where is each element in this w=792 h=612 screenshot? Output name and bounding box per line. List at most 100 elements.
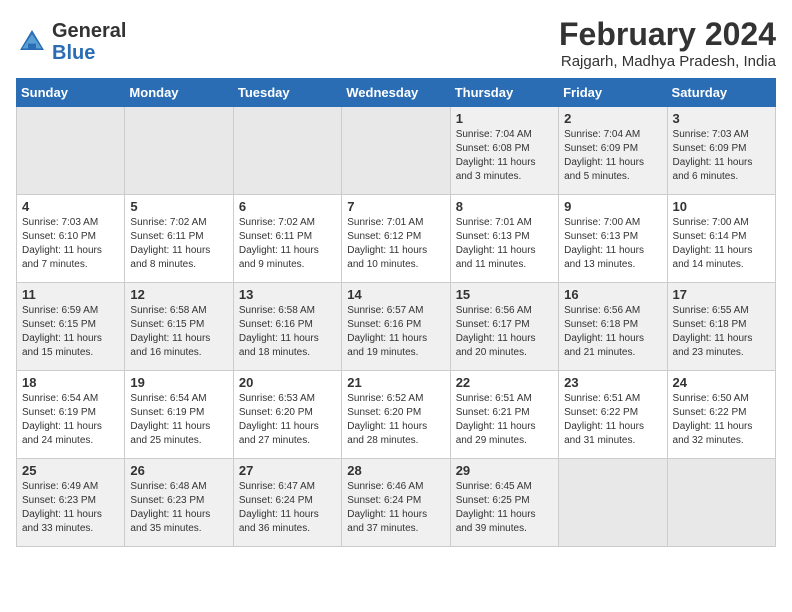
calendar-cell: [17, 107, 125, 195]
day-info: Sunrise: 6:46 AMSunset: 6:24 PMDaylight:…: [347, 480, 444, 536]
calendar-week-row: 1 Sunrise: 7:04 AMSunset: 6:08 PMDaylight…: [17, 107, 776, 195]
day-info: Sunrise: 7:00 AMSunset: 6:14 PMDaylight:…: [673, 216, 770, 272]
calendar-cell: [667, 459, 775, 547]
day-info: Sunrise: 7:03 AMSunset: 6:10 PMDaylight:…: [22, 216, 119, 272]
day-number: 7: [347, 199, 444, 214]
weekday-header: Thursday: [450, 79, 558, 107]
calendar-cell: 12 Sunrise: 6:58 AMSunset: 6:15 PMDayligh…: [125, 283, 233, 371]
calendar-cell: [125, 107, 233, 195]
calendar-cell: 17Sunrise: 6:55 AMSunset: 6:18 PMDayligh…: [667, 283, 775, 371]
calendar-cell: 28Sunrise: 6:46 AMSunset: 6:24 PMDayligh…: [342, 459, 450, 547]
day-info: Sunrise: 6:47 AMSunset: 6:24 PMDaylight:…: [239, 480, 336, 536]
weekday-header: Monday: [125, 79, 233, 107]
calendar-cell: 27 Sunrise: 6:47 AMSunset: 6:24 PMDayligh…: [233, 459, 341, 547]
calendar-cell: 10 Sunrise: 7:00 AMSunset: 6:14 PMDayligh…: [667, 195, 775, 283]
calendar-cell: 22 Sunrise: 6:51 AMSunset: 6:21 PMDayligh…: [450, 371, 558, 459]
day-number: 17: [673, 287, 770, 302]
day-number: 23: [564, 375, 661, 390]
day-info: Sunrise: 7:03 AMSunset: 6:09 PMDaylight:…: [673, 128, 770, 184]
day-number: 9: [564, 199, 661, 214]
day-info: Sunrise: 7:02 AMSunset: 6:11 PMDaylight:…: [239, 216, 336, 272]
day-info: Sunrise: 6:58 AMSunset: 6:16 PMDaylight:…: [239, 304, 336, 360]
calendar-cell: 29 Sunrise: 6:45 AMSunset: 6:25 PMDayligh…: [450, 459, 558, 547]
day-number: 3: [673, 111, 770, 126]
calendar-cell: [559, 459, 667, 547]
day-number: 25: [22, 463, 119, 478]
day-number: 18: [22, 375, 119, 390]
day-number: 29: [456, 463, 553, 478]
day-info: Sunrise: 6:45 AMSunset: 6:25 PMDaylight:…: [456, 480, 553, 536]
calendar-cell: 25 Sunrise: 6:49 AMSunset: 6:23 PMDayligh…: [17, 459, 125, 547]
logo-text: General Blue: [52, 20, 126, 64]
day-number: 8: [456, 199, 553, 214]
day-number: 1: [456, 111, 553, 126]
day-info: Sunrise: 6:50 AMSunset: 6:22 PMDaylight:…: [673, 392, 770, 448]
calendar-week-row: 18 Sunrise: 6:54 AMSunset: 6:19 PMDayligh…: [17, 371, 776, 459]
calendar-table: SundayMondayTuesdayWednesdayThursdayFrid…: [16, 78, 776, 547]
day-number: 10: [673, 199, 770, 214]
day-info: Sunrise: 6:48 AMSunset: 6:23 PMDaylight:…: [130, 480, 227, 536]
location: Rajgarh, Madhya Pradesh, India: [559, 53, 776, 70]
calendar-cell: 23Sunrise: 6:51 AMSunset: 6:22 PMDayligh…: [559, 371, 667, 459]
day-number: 27: [239, 463, 336, 478]
day-info: Sunrise: 6:49 AMSunset: 6:23 PMDaylight:…: [22, 480, 119, 536]
day-number: 22: [456, 375, 553, 390]
calendar-cell: 14 Sunrise: 6:57 AMSunset: 6:16 PMDayligh…: [342, 283, 450, 371]
day-number: 12: [130, 287, 227, 302]
logo: General Blue: [16, 20, 126, 64]
day-info: Sunrise: 6:52 AMSunset: 6:20 PMDaylight:…: [347, 392, 444, 448]
weekday-header: Friday: [559, 79, 667, 107]
day-info: Sunrise: 6:53 AMSunset: 6:20 PMDaylight:…: [239, 392, 336, 448]
calendar-cell: 15 Sunrise: 6:56 AMSunset: 6:17 PMDayligh…: [450, 283, 558, 371]
day-info: Sunrise: 6:57 AMSunset: 6:16 PMDaylight:…: [347, 304, 444, 360]
day-info: Sunrise: 7:04 AMSunset: 6:09 PMDaylight:…: [564, 128, 661, 184]
calendar-cell: 18 Sunrise: 6:54 AMSunset: 6:19 PMDayligh…: [17, 371, 125, 459]
calendar-week-row: 25 Sunrise: 6:49 AMSunset: 6:23 PMDayligh…: [17, 459, 776, 547]
calendar-cell: 2 Sunrise: 7:04 AMSunset: 6:09 PMDaylight…: [559, 107, 667, 195]
calendar-cell: [342, 107, 450, 195]
day-number: 14: [347, 287, 444, 302]
day-info: Sunrise: 6:54 AMSunset: 6:19 PMDaylight:…: [130, 392, 227, 448]
day-number: 4: [22, 199, 119, 214]
day-info: Sunrise: 6:56 AMSunset: 6:18 PMDaylight:…: [564, 304, 661, 360]
calendar-cell: 9 Sunrise: 7:00 AMSunset: 6:13 PMDaylight…: [559, 195, 667, 283]
calendar-cell: 3 Sunrise: 7:03 AMSunset: 6:09 PMDaylight…: [667, 107, 775, 195]
day-number: 13: [239, 287, 336, 302]
day-info: Sunrise: 7:00 AMSunset: 6:13 PMDaylight:…: [564, 216, 661, 272]
calendar-cell: 4 Sunrise: 7:03 AMSunset: 6:10 PMDaylight…: [17, 195, 125, 283]
day-info: Sunrise: 7:04 AMSunset: 6:08 PMDaylight:…: [456, 128, 553, 184]
weekday-header-row: SundayMondayTuesdayWednesdayThursdayFrid…: [17, 79, 776, 107]
day-number: 15: [456, 287, 553, 302]
calendar-cell: 1 Sunrise: 7:04 AMSunset: 6:08 PMDaylight…: [450, 107, 558, 195]
day-info: Sunrise: 6:58 AMSunset: 6:15 PMDaylight:…: [130, 304, 227, 360]
day-info: Sunrise: 6:59 AMSunset: 6:15 PMDaylight:…: [22, 304, 119, 360]
header: General Blue February 2024 Rajgarh, Madh…: [16, 16, 776, 70]
day-info: Sunrise: 6:54 AMSunset: 6:19 PMDaylight:…: [22, 392, 119, 448]
calendar-cell: [233, 107, 341, 195]
day-number: 20: [239, 375, 336, 390]
logo-icon: [16, 26, 48, 58]
calendar-cell: 6 Sunrise: 7:02 AMSunset: 6:11 PMDaylight…: [233, 195, 341, 283]
weekday-header: Wednesday: [342, 79, 450, 107]
calendar-cell: 26 Sunrise: 6:48 AMSunset: 6:23 PMDayligh…: [125, 459, 233, 547]
day-number: 6: [239, 199, 336, 214]
weekday-header: Saturday: [667, 79, 775, 107]
calendar-cell: 7 Sunrise: 7:01 AMSunset: 6:12 PMDaylight…: [342, 195, 450, 283]
day-number: 2: [564, 111, 661, 126]
calendar-cell: 16Sunrise: 6:56 AMSunset: 6:18 PMDayligh…: [559, 283, 667, 371]
month-year: February 2024: [559, 16, 776, 53]
day-number: 21: [347, 375, 444, 390]
day-info: Sunrise: 7:02 AMSunset: 6:11 PMDaylight:…: [130, 216, 227, 272]
day-info: Sunrise: 7:01 AMSunset: 6:13 PMDaylight:…: [456, 216, 553, 272]
day-info: Sunrise: 6:51 AMSunset: 6:21 PMDaylight:…: [456, 392, 553, 448]
calendar-cell: 5 Sunrise: 7:02 AMSunset: 6:11 PMDaylight…: [125, 195, 233, 283]
day-number: 19: [130, 375, 227, 390]
day-info: Sunrise: 6:56 AMSunset: 6:17 PMDaylight:…: [456, 304, 553, 360]
day-info: Sunrise: 7:01 AMSunset: 6:12 PMDaylight:…: [347, 216, 444, 272]
title-area: February 2024 Rajgarh, Madhya Pradesh, I…: [559, 16, 776, 70]
day-number: 24: [673, 375, 770, 390]
day-number: 11: [22, 287, 119, 302]
day-number: 5: [130, 199, 227, 214]
weekday-header: Tuesday: [233, 79, 341, 107]
day-number: 26: [130, 463, 227, 478]
